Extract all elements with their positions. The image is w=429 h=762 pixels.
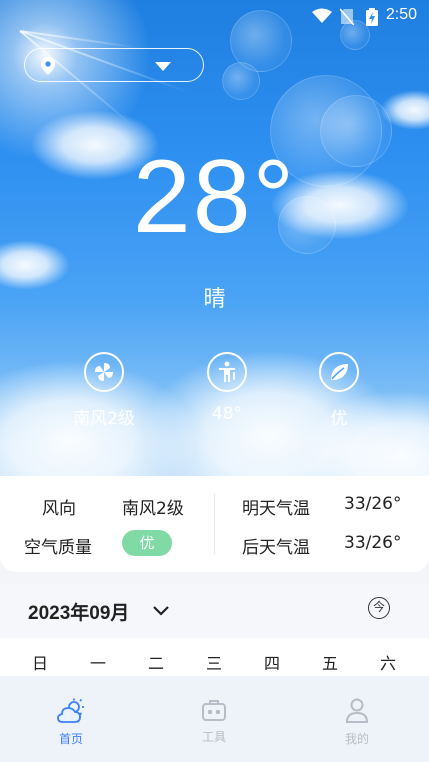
tab-tools-label: 工具 — [201, 730, 226, 744]
leaf-icon — [319, 352, 359, 392]
weekday-label: 五 — [321, 654, 338, 673]
no-sim-icon — [339, 8, 355, 29]
pinwheel-icon — [84, 352, 124, 392]
weather-condition: 晴 — [203, 287, 226, 312]
wifi-icon — [312, 8, 332, 28]
panel-divider — [214, 494, 215, 554]
person-icon — [345, 698, 369, 728]
location-pin-icon — [41, 57, 55, 79]
feels-like-label: 48° — [211, 404, 243, 424]
feels-like-person-icon — [207, 352, 247, 392]
weekday-row: 日 一 二 三 四 五 六 — [0, 638, 429, 676]
weekday-label: 三 — [205, 654, 222, 673]
air-quality-metric: 优 — [289, 352, 389, 429]
weekday-label: 二 — [147, 654, 164, 673]
weekday-label: 一 — [89, 654, 106, 673]
feels-like-metric: 48° — [177, 352, 277, 424]
toolbox-icon — [201, 700, 227, 726]
weekday-label: 日 — [31, 654, 48, 673]
chevron-down-icon[interactable] — [152, 602, 170, 621]
tab-profile-label: 我的 — [344, 732, 369, 746]
cloud-sun-icon — [56, 698, 86, 728]
tab-home[interactable]: 首页 — [41, 698, 101, 747]
air-quality-detail-label: 空气质量 — [24, 538, 92, 558]
weekday-label: 六 — [379, 654, 396, 673]
calendar-month-title[interactable]: 2023年09月 — [28, 598, 129, 625]
weather-details-panel: 风向 南风2级 空气质量 优 明天气温 33/26° 后天气温 33/26° — [0, 476, 429, 572]
air-quality-badge: 优 — [122, 530, 172, 556]
tomorrow-temp-value: 33/26° — [344, 494, 402, 514]
location-selector[interactable] — [24, 48, 204, 82]
wind-label: 南风2级 — [73, 409, 135, 429]
lens-flare — [222, 62, 260, 100]
wind-direction-value: 南风2级 — [122, 499, 184, 519]
tab-home-label: 首页 — [58, 732, 83, 746]
wind-direction-label: 风向 — [42, 499, 76, 519]
today-button[interactable]: 今 — [368, 597, 390, 619]
tab-profile[interactable]: 我的 — [327, 698, 387, 747]
status-bar: 2:50 — [0, 0, 429, 32]
dropdown-caret-icon — [155, 62, 171, 71]
current-temperature: 28° — [132, 139, 297, 255]
weekday-label: 四 — [263, 654, 280, 673]
battery-charging-icon — [366, 8, 378, 30]
tab-tools[interactable]: 工具 — [184, 698, 244, 745]
tomorrow-temp-label: 明天气温 — [242, 499, 310, 519]
clock-time: 2:50 — [385, 6, 417, 23]
bottom-tab-bar: 首页 工具 我的 — [0, 676, 429, 762]
wind-metric: 南风2级 — [54, 352, 154, 429]
day-after-temp-value: 33/26° — [344, 533, 402, 553]
air-quality-label: 优 — [330, 409, 348, 429]
calendar-header: 2023年09月 今 — [0, 584, 429, 638]
day-after-temp-label: 后天气温 — [242, 538, 310, 558]
